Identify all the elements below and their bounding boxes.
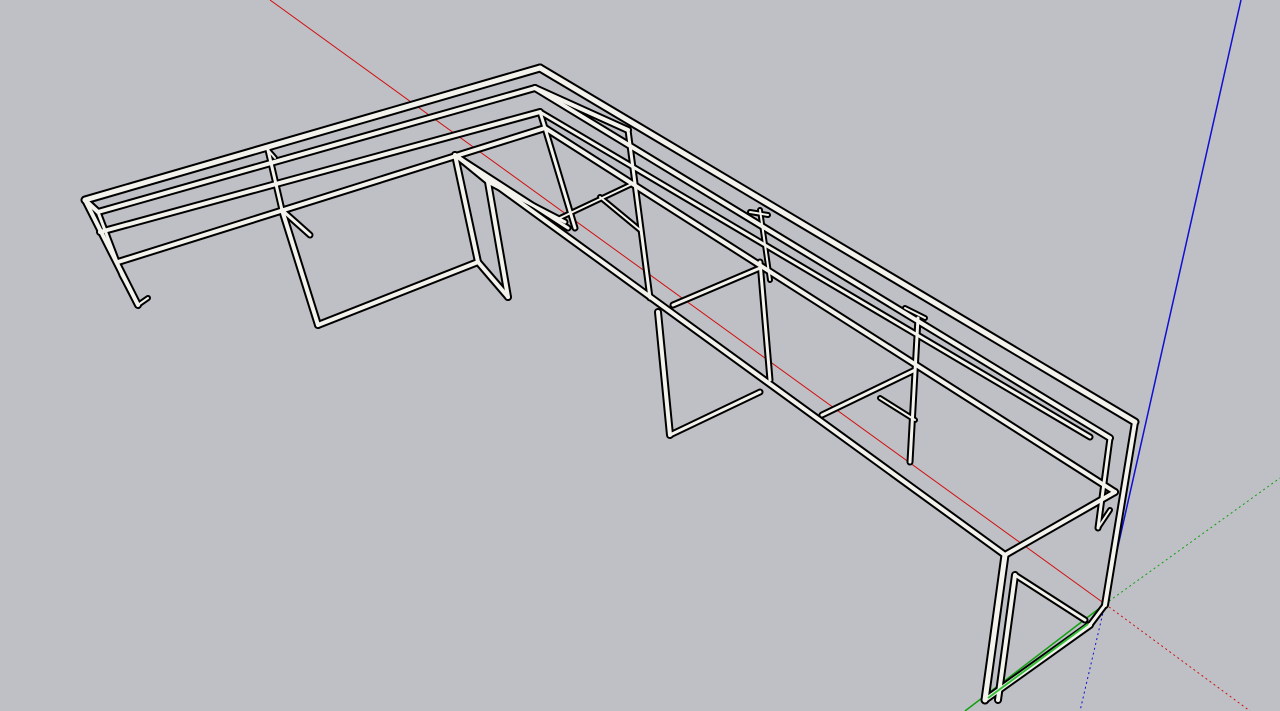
frame-tube[interactable] bbox=[671, 266, 762, 307]
frame-tube[interactable] bbox=[537, 65, 1138, 425]
frame-tube[interactable] bbox=[120, 273, 140, 307]
blue-axis-solid bbox=[1104, 0, 1242, 605]
frame-tube[interactable] bbox=[453, 153, 1007, 557]
frame-tube[interactable] bbox=[668, 390, 762, 437]
frame-tube[interactable] bbox=[543, 126, 1117, 494]
frame-tube[interactable] bbox=[656, 310, 672, 437]
frame-tube[interactable] bbox=[96, 210, 124, 277]
modeling-viewport[interactable] bbox=[0, 0, 1280, 711]
frame-model[interactable] bbox=[80, 63, 1140, 705]
frame-tube[interactable] bbox=[316, 260, 480, 327]
frame-tube[interactable] bbox=[533, 86, 1112, 440]
green-axis-dotted bbox=[1104, 477, 1280, 605]
red-axis-dotted bbox=[1104, 603, 1251, 711]
3d-scene[interactable] bbox=[0, 0, 1280, 711]
